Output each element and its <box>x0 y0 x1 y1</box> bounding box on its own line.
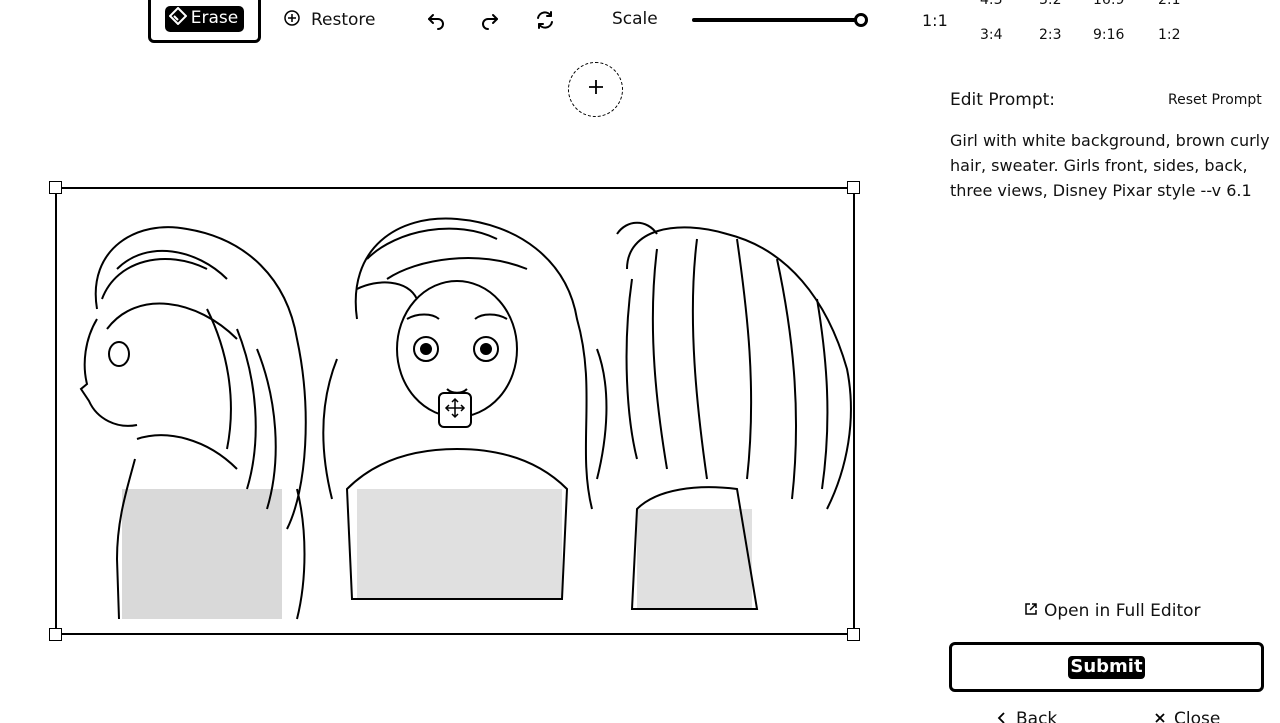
restore-label: Restore <box>311 10 376 30</box>
ratio-option[interactable]: 9:16 <box>1093 27 1124 43</box>
scale-slider-track <box>692 18 860 22</box>
edit-prompt-label: Edit Prompt: <box>950 90 1056 110</box>
scale-slider-thumb[interactable] <box>854 13 868 27</box>
ratio-option[interactable]: 1:2 <box>1158 27 1181 43</box>
close-button[interactable]: Close <box>1154 709 1220 723</box>
add-image-button[interactable] <box>568 62 623 117</box>
scale-slider[interactable] <box>692 12 868 28</box>
plus-icon <box>587 78 605 101</box>
current-ratio: 1:1 <box>922 11 948 30</box>
refresh-icon[interactable] <box>533 8 557 32</box>
ratio-option[interactable]: 3:2 <box>1039 0 1062 8</box>
open-full-editor-link[interactable]: Open in Full Editor <box>1024 601 1201 621</box>
ratio-option[interactable]: 3:4 <box>980 27 1003 43</box>
submit-label: Submit <box>1068 655 1145 679</box>
restore-button[interactable]: Restore <box>283 8 376 32</box>
ratio-option[interactable]: 2:1 <box>1158 0 1181 8</box>
open-editor-label: Open in Full Editor <box>1044 601 1201 621</box>
erase-label: Erase <box>190 8 239 28</box>
ratio-option[interactable]: 4:3 <box>980 0 1003 8</box>
close-label: Close <box>1174 709 1221 723</box>
back-label: Back <box>1016 709 1058 723</box>
resize-handle-bottom-left[interactable] <box>49 628 62 641</box>
move-handle[interactable] <box>438 392 472 428</box>
plus-circle-icon <box>283 9 301 32</box>
chevron-left-icon <box>996 709 1008 723</box>
scale-label: Scale <box>612 9 658 29</box>
erase-button[interactable]: Erase <box>148 0 261 43</box>
external-link-icon <box>1024 601 1038 621</box>
reset-prompt-button[interactable]: Reset Prompt <box>1168 92 1262 108</box>
move-icon <box>444 397 466 424</box>
resize-handle-top-right[interactable] <box>847 181 860 194</box>
redo-icon[interactable] <box>478 8 502 32</box>
ratio-option[interactable]: 2:3 <box>1039 27 1062 43</box>
close-icon <box>1154 709 1166 723</box>
prompt-textarea[interactable]: Girl with white background, brown curly … <box>950 128 1270 203</box>
submit-button[interactable]: Submit <box>949 642 1264 692</box>
resize-handle-top-left[interactable] <box>49 181 62 194</box>
undo-icon[interactable] <box>424 8 448 32</box>
ratio-option[interactable]: 16:9 <box>1093 0 1124 8</box>
resize-handle-bottom-right[interactable] <box>847 628 860 641</box>
back-button[interactable]: Back <box>996 709 1057 723</box>
eraser-icon <box>168 6 188 30</box>
